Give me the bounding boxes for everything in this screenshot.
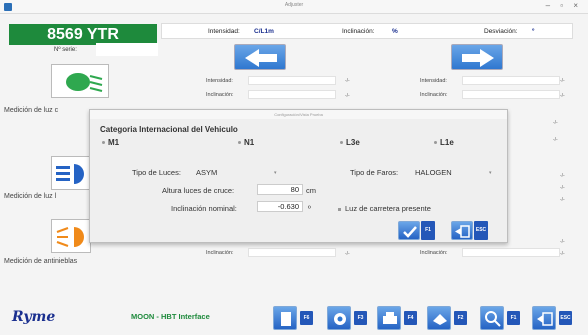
- intensidad-label: Intensidad:: [208, 28, 240, 35]
- section-high-beam-label: Medición de luz l: [4, 193, 57, 200]
- right-unit: -/-: [560, 197, 565, 203]
- dialog-heading: Categoria Internacional del Vehiculo: [100, 125, 238, 134]
- checkbox-label: Luz de carretera presente: [345, 204, 431, 213]
- field-box: [462, 248, 560, 257]
- field-label: Intensidad:: [420, 78, 447, 84]
- chevron-down-icon[interactable]: ▾: [274, 170, 277, 176]
- chevron-down-icon[interactable]: ▾: [489, 170, 492, 176]
- right-unit: -/-: [560, 239, 565, 245]
- field-box: [462, 90, 560, 99]
- printer-icon: [377, 306, 401, 330]
- checkbox-box: [338, 207, 341, 211]
- intensidad-value: C/L1m: [254, 28, 274, 35]
- field-box: [248, 90, 336, 99]
- inclinacion-value: %: [392, 28, 398, 35]
- category-l1e-radio[interactable]: L1e: [434, 138, 454, 147]
- radio-dot: [340, 141, 343, 145]
- right-unit: -/-: [553, 120, 558, 126]
- serie-label: Nº serie:: [54, 47, 77, 53]
- category-n1-radio[interactable]: N1: [238, 138, 254, 147]
- unit-label: -/-: [345, 93, 350, 99]
- desviacion-value: º: [532, 28, 535, 35]
- low-beam-icon: [66, 73, 103, 92]
- unit-label: -/-: [345, 251, 350, 257]
- inclinacion-nominal-label: Inclinación nominal:: [171, 204, 237, 213]
- exit-icon: [532, 306, 556, 330]
- inclinacion-unit: º: [308, 204, 311, 213]
- gear-icon: [327, 306, 351, 330]
- fog-lamp-icon: [56, 227, 84, 247]
- right-unit: -/-: [553, 137, 558, 143]
- arrow-left-icon: [245, 49, 277, 67]
- category-label: L3e: [346, 138, 360, 147]
- category-l3e-radio[interactable]: L3e: [340, 138, 360, 147]
- next-arrow-button[interactable]: [451, 44, 503, 70]
- ryme-logo: Ryme: [12, 309, 56, 325]
- right-unit: -/-: [560, 185, 565, 191]
- field-label: Intensidad:: [206, 78, 233, 84]
- inclinacion-nominal-input[interactable]: -0.630: [257, 201, 303, 212]
- license-plate: 8569 YTR: [9, 24, 157, 45]
- category-label: L1e: [440, 138, 454, 147]
- category-label: N1: [244, 138, 255, 147]
- low-beam-lamp-button[interactable]: [51, 64, 109, 98]
- eraser-icon: [427, 306, 451, 330]
- field-box: [248, 248, 336, 257]
- section-fog-label: Medición de antinieblas: [4, 258, 78, 265]
- radio-dot: [102, 141, 105, 145]
- document-icon: [273, 306, 297, 330]
- function-key: ESC: [474, 221, 488, 240]
- fog-lamp-button[interactable]: [51, 219, 91, 253]
- unit-label: -/-: [560, 78, 565, 84]
- luz-carretera-checkbox[interactable]: Luz de carretera presente: [338, 204, 431, 213]
- serie-field[interactable]: [96, 43, 158, 56]
- altura-input[interactable]: 80: [257, 184, 303, 195]
- exit-icon: [451, 221, 473, 240]
- dialog-title: Configuración/Vista Prueba: [90, 110, 507, 119]
- function-key: F1: [421, 221, 435, 240]
- function-key: F1: [507, 311, 520, 325]
- field-label: Inclinación:: [206, 92, 234, 98]
- altura-label: Altura luces de cruce:: [162, 186, 235, 195]
- function-key: F3: [354, 311, 367, 325]
- unit-label: -/-: [560, 93, 565, 99]
- category-label: M1: [108, 138, 120, 147]
- previous-arrow-button[interactable]: [234, 44, 286, 70]
- vehicle-category-dialog: Configuración/Vista Prueba Categoria Int…: [89, 109, 508, 243]
- window-title: Adjuster: [284, 2, 304, 8]
- field-box: [248, 76, 336, 85]
- inclinacion-label: Inclinación:: [342, 28, 375, 35]
- desviacion-label: Desviación:: [484, 28, 518, 35]
- magnifier-icon: [480, 306, 504, 330]
- function-key: F6: [300, 311, 313, 325]
- tipo-faros-select[interactable]: HALOGEN: [415, 168, 452, 177]
- high-beam-icon: [56, 164, 84, 184]
- measurement-header: Intensidad: C/L1m Inclinación: % Desviac…: [161, 23, 573, 39]
- field-label: Inclinación:: [206, 250, 234, 256]
- field-label: Inclinación:: [420, 250, 448, 256]
- function-key: ESC: [559, 311, 572, 325]
- app-name: MOON - HBT Interface: [131, 312, 210, 321]
- unit-label: -/-: [345, 78, 350, 84]
- right-unit: -/-: [560, 251, 565, 257]
- function-key: F4: [404, 311, 417, 325]
- category-m1-radio[interactable]: M1: [102, 138, 119, 147]
- altura-unit: cm: [306, 186, 316, 195]
- radio-dot: [238, 141, 241, 145]
- field-label: Inclinación:: [420, 92, 448, 98]
- window-controls[interactable]: – ▫ ×: [546, 1, 582, 10]
- arrow-right-icon: [462, 49, 494, 67]
- section-low-beam-label: Medición de luz c: [4, 107, 59, 114]
- tipo-faros-label: Tipo de Faros:: [350, 168, 399, 177]
- tipo-luces-select[interactable]: ASYM: [196, 168, 217, 177]
- right-unit: -/-: [560, 173, 565, 179]
- window-titlebar: Adjuster – ▫ ×: [0, 0, 588, 14]
- high-beam-lamp-button[interactable]: [51, 156, 91, 190]
- radio-dot: [434, 141, 437, 145]
- check-icon: [398, 221, 420, 240]
- field-box: [462, 76, 560, 85]
- tipo-luces-label: Tipo de Luces:: [132, 168, 181, 177]
- function-key: F2: [454, 311, 467, 325]
